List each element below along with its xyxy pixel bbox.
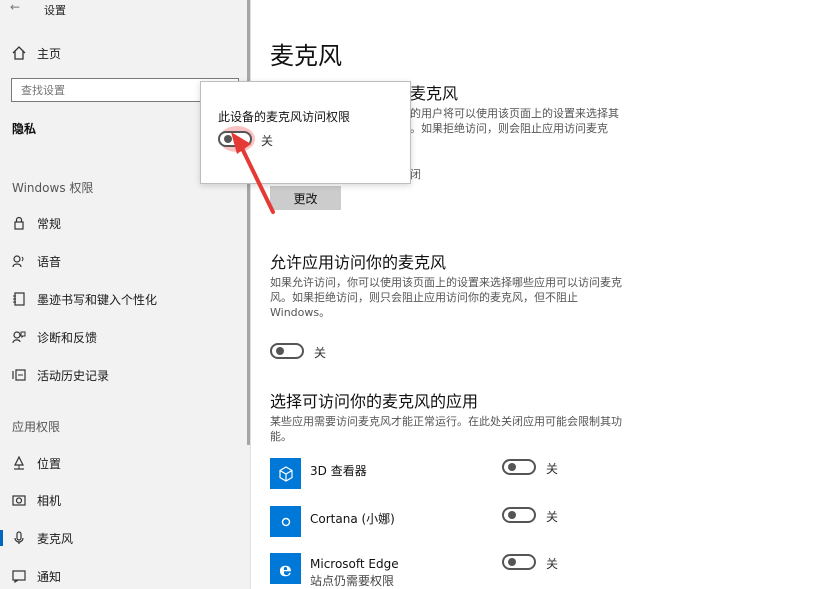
app-row-cortana: Cortana (小娜) 关 xyxy=(270,506,790,540)
sidebar-item-speech[interactable]: 语音 xyxy=(0,246,247,276)
sidebar-item-label: 通知 xyxy=(37,569,62,584)
app-name: 3D 查看器 xyxy=(310,464,367,478)
choose-apps-description: 某些应用需要访问麦克风才能正常运行。在此处关闭应用可能会限制其功 能。 xyxy=(270,414,630,444)
window-title: 设置 xyxy=(44,4,66,17)
home-icon xyxy=(11,45,27,61)
device-access-heading-partial: 麦克风 xyxy=(410,84,459,103)
desc-line: 的用户将可以使用该页面上的设置来选择其 xyxy=(410,107,619,120)
category-heading: 隐私 xyxy=(12,122,37,136)
desc-line: 能。 xyxy=(270,430,292,443)
camera-icon xyxy=(11,492,27,508)
toggle-knob xyxy=(508,463,516,471)
sidebar-item-diagnostics[interactable]: 诊断和反馈 xyxy=(0,322,247,352)
sidebar-scrollbar[interactable] xyxy=(247,0,250,445)
annotation-arrow-icon xyxy=(231,132,275,214)
choose-apps-heading: 选择可访问你的麦克风的应用 xyxy=(270,392,479,411)
cortana-icon xyxy=(270,506,301,537)
app-toggle-state: 关 xyxy=(546,557,559,571)
popup-title: 此设备的麦克风访问权限 xyxy=(218,110,351,124)
back-arrow-icon[interactable]: ← xyxy=(10,0,20,14)
app-permissions-heading: 应用权限 xyxy=(12,420,61,434)
toggle-knob xyxy=(508,511,516,519)
notebook-icon xyxy=(11,291,27,307)
allow-apps-description: 如果允许访问，你可以使用该页面上的设置来选择哪些应用可以访问麦克 风。如果拒绝访… xyxy=(270,275,630,320)
sidebar-item-label: 麦克风 xyxy=(37,531,74,546)
desc-line: 如果允许访问，你可以使用该页面上的设置来选择哪些应用可以访问麦克 xyxy=(270,276,622,289)
lock-icon xyxy=(11,215,27,231)
app-toggle[interactable] xyxy=(502,554,536,570)
toggle-knob xyxy=(508,558,516,566)
app-name: Cortana (小娜) xyxy=(310,512,395,526)
history-icon xyxy=(11,367,27,383)
app-toggle[interactable] xyxy=(502,459,536,475)
page-title: 麦克风 xyxy=(270,42,342,70)
desc-line: 某些应用需要访问麦克风才能正常运行。在此处关闭应用可能会限制其功 xyxy=(270,415,622,428)
sidebar-item-location[interactable]: 位置 xyxy=(0,448,247,478)
device-access-description-partial: 的用户将可以使用该页面上的设置来选择其 。如果拒绝访问，则会阻止应用访问麦克 xyxy=(410,106,630,136)
microphone-icon xyxy=(11,530,27,546)
windows-permissions-heading: Windows 权限 xyxy=(12,181,94,195)
sidebar-item-inking[interactable]: 墨迹书写和键入个性化 xyxy=(0,284,247,314)
sidebar-item-notifications[interactable]: 通知 xyxy=(0,561,247,589)
desc-line: Windows。 xyxy=(270,306,331,319)
allow-apps-heading: 允许应用访问你的麦克风 xyxy=(270,253,447,272)
speech-icon xyxy=(11,253,27,269)
sidebar-item-microphone[interactable]: 麦克风 xyxy=(0,523,247,553)
allow-apps-toggle-state: 关 xyxy=(314,346,327,360)
allow-apps-toggle[interactable] xyxy=(270,343,304,359)
app-subtitle: 站点仍需要权限 xyxy=(310,574,395,588)
notification-icon xyxy=(11,568,27,584)
sidebar-item-general[interactable]: 常规 xyxy=(0,208,247,238)
sidebar-item-label: 位置 xyxy=(37,456,62,471)
sidebar-item-camera[interactable]: 相机 xyxy=(0,485,247,515)
sidebar-item-activity-history[interactable]: 活动历史记录 xyxy=(0,360,247,390)
sidebar-item-home[interactable]: 主页 xyxy=(0,38,247,68)
sidebar-item-label: 诊断和反馈 xyxy=(37,330,98,345)
sidebar-item-label: 相机 xyxy=(37,493,62,508)
edge-icon: e xyxy=(270,553,301,584)
desc-line: 。如果拒绝访问，则会阻止应用访问麦克 xyxy=(410,122,608,135)
app-toggle-state: 关 xyxy=(546,462,559,476)
sidebar-item-label: 语音 xyxy=(37,254,62,269)
sidebar-item-label: 常规 xyxy=(37,216,62,231)
feedback-icon xyxy=(11,329,27,345)
app-name: Microsoft Edge xyxy=(310,557,399,571)
app-toggle-state: 关 xyxy=(546,510,559,524)
app-row-3d-viewer: 3D 查看器 关 xyxy=(270,458,790,492)
sidebar-item-label: 主页 xyxy=(37,46,62,61)
sidebar-item-label: 墨迹书写和键入个性化 xyxy=(37,292,158,307)
title-bar: ← 设置 xyxy=(0,0,251,20)
app-row-edge: e Microsoft Edge 站点仍需要权限 关 xyxy=(270,553,790,588)
toggle-knob xyxy=(276,347,284,355)
cube-icon xyxy=(270,458,301,489)
location-icon xyxy=(11,455,27,471)
sidebar-item-label: 活动历史记录 xyxy=(37,368,110,383)
device-access-state-partial: 闭 xyxy=(410,168,421,181)
app-toggle[interactable] xyxy=(502,507,536,523)
desc-line: 风。如果拒绝访问，则只会阻止应用访问你的麦克风，但不阻止 xyxy=(270,291,578,304)
